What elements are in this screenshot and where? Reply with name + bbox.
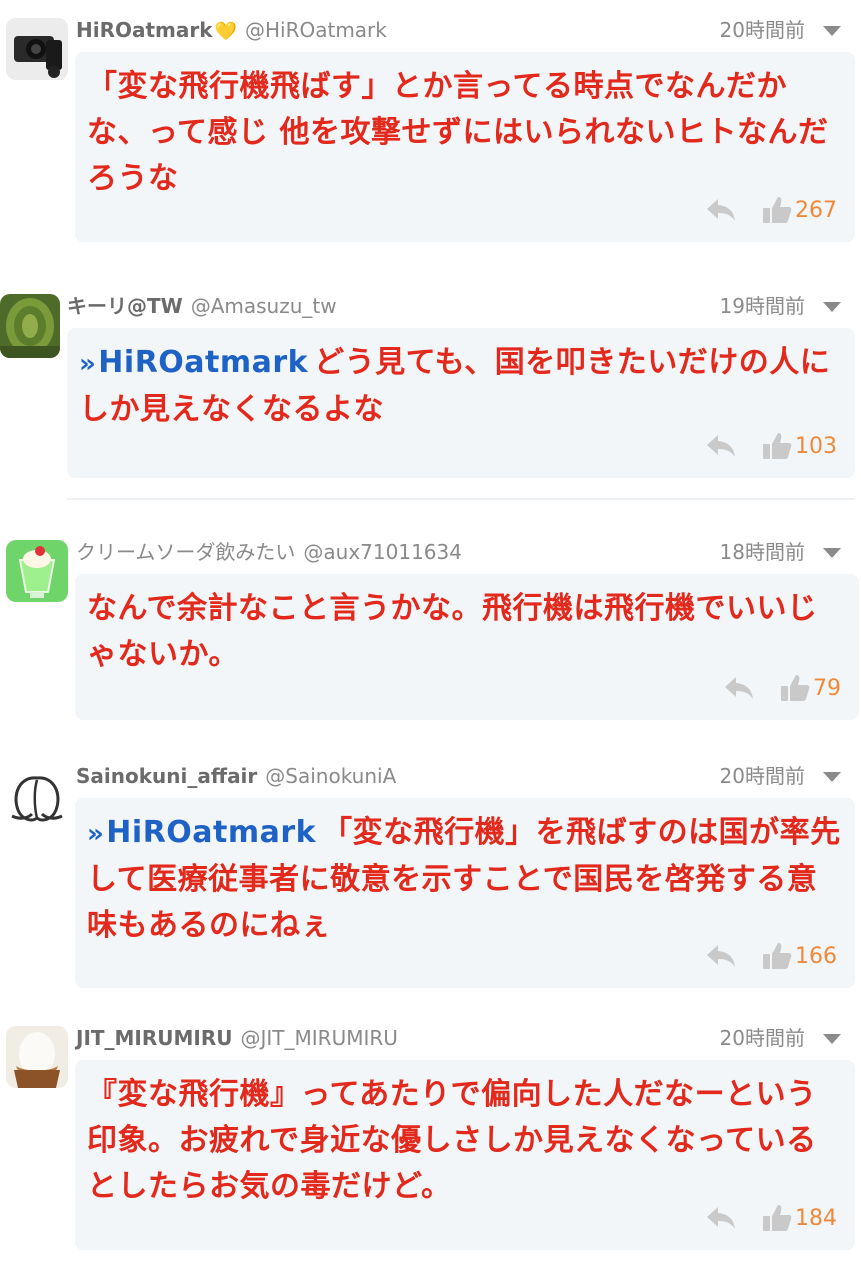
mention-link[interactable]: »HiROatmark — [79, 345, 308, 380]
user-handle[interactable]: @aux71011634 — [303, 540, 462, 564]
reply-icon[interactable] — [704, 1204, 738, 1232]
comment-meta: キーリ@TW @Amasuzu_tw 19時間前 — [67, 292, 861, 320]
user-name[interactable]: キーリ@TW — [67, 294, 183, 318]
heart-badge-icon: 💛 — [214, 21, 237, 42]
thumbs-up-icon — [763, 197, 792, 223]
cream-soda-avatar — [6, 540, 68, 602]
user-handle[interactable]: @HiROatmark — [245, 18, 387, 42]
user-name[interactable]: JIT_MIRUMIRU — [76, 1026, 233, 1050]
green-moss-avatar — [0, 294, 60, 358]
comment-text: »HiROatmark どう見ても、国を叩きたいだけの人にしか見えなくなるよな — [79, 340, 841, 433]
comment-meta: Sainokuni_affair @SainokuniA 20時間前 — [76, 762, 861, 790]
like-button[interactable]: 184 — [762, 1203, 837, 1233]
user-name[interactable]: Sainokuni_affair — [76, 764, 257, 788]
comment-feed: HiROatmark 💛 @HiROatmark 20時間前 「変な飛行機飛ばす」と… — [0, 0, 861, 1280]
comment-actions: 79 — [722, 672, 841, 704]
reply-icon[interactable] — [704, 196, 738, 224]
comment-text: 『変な飛行機』ってあたりで偏向した人だなーという印象。お疲れで身近な優しさしか見… — [87, 1072, 841, 1210]
mention-link[interactable]: »HiROatmark — [87, 815, 316, 850]
thumbs-up-icon — [763, 1205, 792, 1231]
user-name[interactable]: クリームソーダ飲みたい — [76, 540, 295, 564]
timestamp: 19時間前 — [719, 294, 805, 318]
comment-bubble: 「変な飛行機飛ばす」とか言ってる時点でなんだかな、って感じ 他を攻撃せずにはいら… — [75, 52, 855, 242]
user-name[interactable]: HiROatmark — [76, 18, 213, 42]
peach-outline-avatar — [6, 766, 68, 828]
timestamp: 18時間前 — [719, 540, 805, 564]
comment-body: 『変な飛行機』ってあたりで偏向した人だなーという印象。お疲れで身近な優しさしか見… — [87, 1077, 817, 1204]
chevron-down-icon[interactable] — [823, 772, 841, 782]
egg-avatar — [6, 1026, 68, 1088]
reply-icon[interactable] — [722, 674, 756, 702]
avatar[interactable] — [6, 540, 68, 602]
chevron-down-icon[interactable] — [823, 26, 841, 36]
comment-text: なんで余計なこと言うかな。飛行機は飛行機でいいじゃないか。 — [87, 586, 845, 678]
chevron-down-icon[interactable] — [823, 1034, 841, 1044]
chevron-down-icon[interactable] — [823, 548, 841, 558]
like-button[interactable]: 166 — [762, 941, 837, 971]
avatar[interactable] — [6, 1026, 68, 1088]
like-button[interactable]: 267 — [762, 195, 837, 225]
comment-actions: 184 — [704, 1202, 837, 1234]
like-count: 267 — [795, 197, 837, 223]
user-handle[interactable]: @SainokuniA — [265, 764, 396, 788]
comment-text: »HiROatmark 「変な飛行機」を飛ばすのは国が率先して医療従事者に敬意を示… — [87, 810, 841, 949]
timestamp: 20時間前 — [719, 764, 805, 788]
comment-bubble: »HiROatmark 「変な飛行機」を飛ばすのは国が率先して医療従事者に敬意を示… — [75, 798, 855, 988]
comment-actions: 166 — [704, 940, 837, 972]
comment-text: 「変な飛行機飛ばす」とか言ってる時点でなんだかな、って感じ 他を攻撃せずにはいら… — [87, 64, 841, 202]
comment-meta: JIT_MIRUMIRU @JIT_MIRUMIRU 20時間前 — [76, 1024, 861, 1052]
thumbs-up-icon — [781, 675, 810, 701]
avatar[interactable] — [6, 766, 68, 828]
comment-meta: HiROatmark 💛 @HiROatmark 20時間前 — [76, 16, 861, 44]
comment-bubble: »HiROatmark どう見ても、国を叩きたいだけの人にしか見えなくなるよな 1… — [67, 328, 855, 478]
thumbs-up-icon — [763, 943, 792, 969]
timestamp: 20時間前 — [719, 1026, 805, 1050]
user-handle[interactable]: @Amasuzu_tw — [191, 294, 337, 318]
user-handle[interactable]: @JIT_MIRUMIRU — [241, 1026, 398, 1050]
camera-photo-avatar — [6, 18, 68, 80]
avatar[interactable] — [0, 294, 60, 358]
comment-actions: 267 — [704, 194, 837, 226]
like-count: 103 — [795, 433, 837, 459]
comment-bubble: 『変な飛行機』ってあたりで偏向した人だなーという印象。お疲れで身近な優しさしか見… — [75, 1060, 855, 1250]
comment-actions: 103 — [704, 430, 837, 462]
like-count: 79 — [813, 675, 841, 701]
reply-icon[interactable] — [704, 432, 738, 460]
timestamp: 20時間前 — [719, 18, 805, 42]
comment-body: なんで余計なこと言うかな。飛行機は飛行機でいいじゃないか。 — [87, 591, 818, 672]
comment-body: 「変な飛行機飛ばす」とか言ってる時点でなんだかな、って感じ 他を攻撃せずにはいら… — [87, 69, 829, 196]
avatar[interactable] — [6, 18, 68, 80]
comment-bubble: なんで余計なこと言うかな。飛行機は飛行機でいいじゃないか。 79 — [75, 574, 859, 720]
like-button[interactable]: 79 — [780, 673, 841, 703]
comment-meta: クリームソーダ飲みたい @aux71011634 18時間前 — [76, 538, 861, 566]
like-count: 166 — [795, 943, 837, 969]
divider — [67, 498, 855, 500]
thumbs-up-icon — [763, 433, 792, 459]
chevron-down-icon[interactable] — [823, 302, 841, 312]
reply-icon[interactable] — [704, 942, 738, 970]
like-count: 184 — [795, 1205, 837, 1231]
like-button[interactable]: 103 — [762, 431, 837, 461]
